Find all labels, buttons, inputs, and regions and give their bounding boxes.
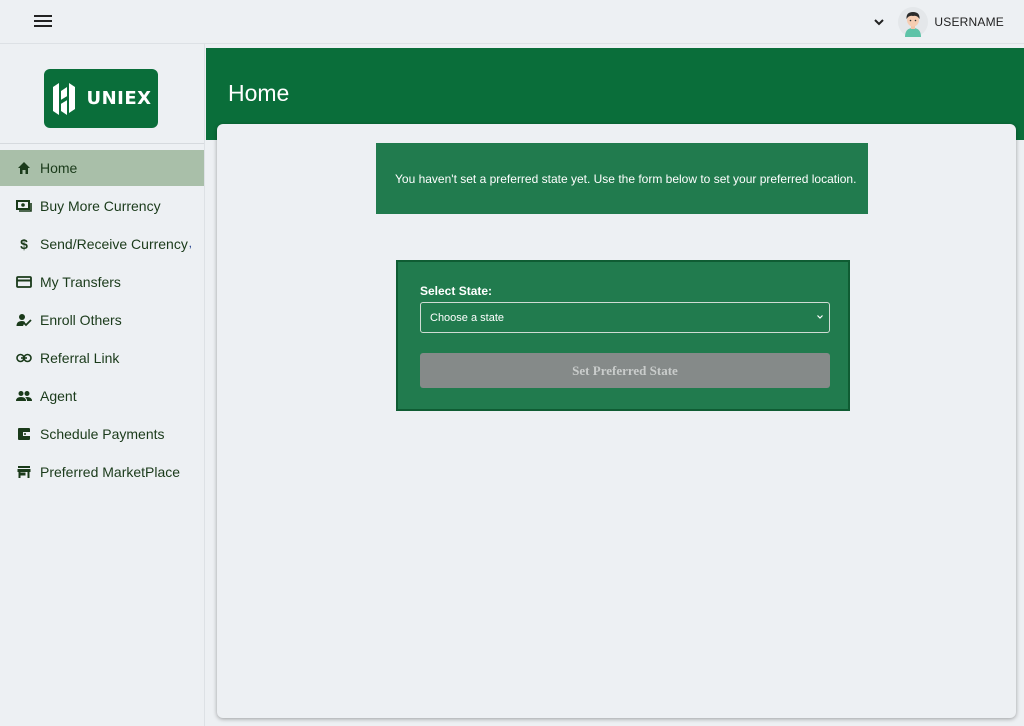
cash-icon — [16, 198, 32, 214]
content-card: You haven't set a preferred state yet. U… — [217, 124, 1016, 718]
sidebar-item-label: Agent — [40, 388, 77, 404]
wallet-icon — [16, 426, 32, 442]
submit-label: Set Preferred State — [572, 362, 678, 378]
preferred-state-form: Select State: Choose a state Set Preferr… — [396, 260, 850, 411]
sidebar-item-label: Schedule Payments — [40, 426, 165, 442]
sidebar-item-my-transfers[interactable]: My Transfers — [0, 264, 204, 300]
logo-area: UNIEX — [0, 44, 204, 144]
sidebar-item-preferred-marketplace[interactable]: Preferred MarketPlace — [0, 454, 204, 490]
avatar[interactable] — [898, 7, 929, 37]
store-icon — [16, 464, 32, 480]
uniex-logo[interactable]: UNIEX — [44, 69, 158, 128]
sidebar-item-agent[interactable]: Agent — [0, 378, 204, 414]
sidebar-item-buy-more-currency[interactable]: Buy More Currency — [0, 188, 204, 224]
state-select-value: Choose a state — [430, 311, 504, 324]
sidebar-item-label: Enroll Others — [40, 312, 122, 328]
dollar-icon: $ — [20, 236, 28, 252]
user-menu[interactable]: USERNAME — [872, 6, 1004, 38]
person-check-icon — [16, 312, 32, 328]
sidebar-item-referral-link[interactable]: Referral Link — [0, 340, 204, 376]
sidebar-item-send-receive-currency[interactable]: $ Send/Receive Currency , — [0, 226, 204, 262]
card-icon — [16, 274, 32, 290]
preferred-state-alert: You haven't set a preferred state yet. U… — [376, 143, 868, 214]
sidebar-nav: Home Buy More Currency $ Send/Receive Cu… — [0, 150, 204, 490]
link-icon — [16, 350, 32, 366]
logo-text: UNIEX — [86, 88, 152, 109]
chevron-down-icon[interactable] — [872, 15, 886, 29]
top-bar: USERNAME — [0, 0, 1024, 44]
sidebar-item-label: Send/Receive Currency — [40, 236, 188, 252]
sidebar-item-label: My Transfers — [40, 274, 121, 290]
sidebar-item-schedule-payments[interactable]: Schedule Payments — [0, 416, 204, 452]
hamburger-menu-icon[interactable] — [34, 13, 52, 29]
people-icon — [16, 388, 32, 404]
chevron-down-icon — [817, 315, 823, 319]
sidebar-item-label: Home — [40, 160, 78, 176]
uniex-logo-mark-icon — [53, 82, 76, 115]
state-select-label: Select State: — [420, 284, 493, 298]
sidebar-item-enroll-others[interactable]: Enroll Others — [0, 302, 204, 338]
stray-comma-mark: , — [188, 236, 192, 250]
home-icon — [16, 160, 32, 176]
set-preferred-state-button[interactable]: Set Preferred State — [420, 353, 830, 388]
sidebar: UNIEX Home Buy More Currency $ Send/Rece… — [0, 44, 205, 726]
alert-message: You haven't set a preferred state yet. U… — [395, 171, 857, 186]
username-label: USERNAME — [934, 15, 1004, 29]
sidebar-item-home[interactable]: Home — [0, 150, 204, 186]
state-select[interactable]: Choose a state — [420, 302, 830, 333]
sidebar-item-label: Referral Link — [40, 350, 120, 366]
sidebar-item-label: Buy More Currency — [40, 198, 161, 214]
page-title: Home — [228, 80, 290, 106]
sidebar-item-label: Preferred MarketPlace — [40, 464, 181, 480]
